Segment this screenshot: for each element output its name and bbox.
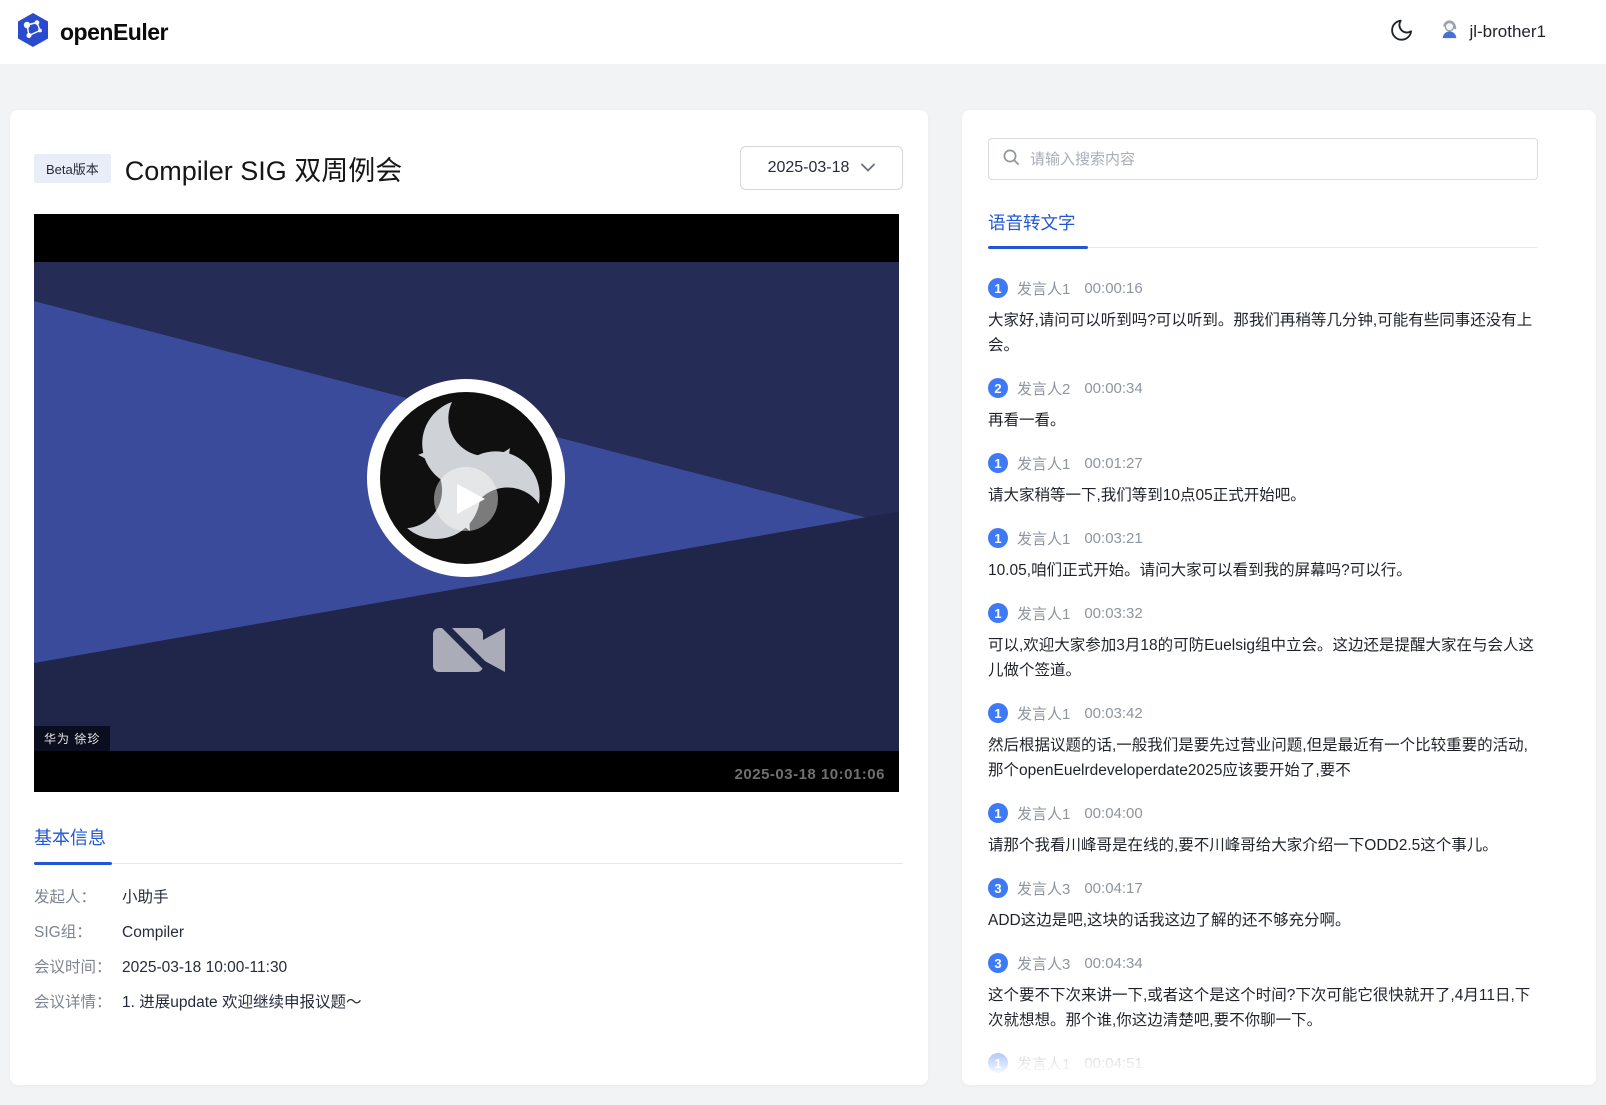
info-value: 小助手 — [122, 888, 169, 908]
speaker-name: 发言人1 — [1017, 703, 1070, 724]
transcript-item[interactable]: 1 发言人1 00:04:51 — [988, 1053, 1538, 1073]
utterance-timestamp[interactable]: 00:03:21 — [1084, 530, 1142, 547]
username-label: jl-brother1 — [1469, 22, 1546, 42]
camera-off-icon — [425, 606, 513, 694]
transcript-item[interactable]: 3 发言人3 00:04:17 ADD这边是吧,这块的话我这边了解的还不够充分啊… — [988, 878, 1538, 933]
info-label: SIG组： — [34, 923, 122, 943]
utterance-text: 这个要不下次来讲一下,或者这个是这个时间?下次可能它很快就开了,4月11日,下次… — [988, 983, 1538, 1033]
speaker-name: 发言人1 — [1017, 528, 1070, 549]
top-header: openEuler jl-brother1 — [0, 0, 1606, 64]
search-icon — [1002, 148, 1020, 171]
info-row: 会议时间： 2025-03-18 10:00-11:30 — [34, 958, 903, 978]
speaker-number-badge: 1 — [988, 603, 1008, 623]
speaker-name: 发言人1 — [1017, 1053, 1070, 1074]
utterance-text: 请大家稍等一下,我们等到10点05正式开始吧。 — [988, 483, 1538, 508]
transcript-item[interactable]: 1 发言人1 00:01:27 请大家稍等一下,我们等到10点05正式开始吧。 — [988, 453, 1538, 508]
info-row: 发起人： 小助手 — [34, 888, 903, 908]
utterance-text: 可以,欢迎大家参加3月18的可防Euelsig组中立会。这边还是提醒大家在与会人… — [988, 633, 1538, 683]
speaker-name: 发言人2 — [1017, 378, 1070, 399]
play-button[interactable] — [432, 465, 500, 533]
transcript-list: 1 发言人1 00:00:16 大家好,请问可以听到吗?可以听到。那我们再稍等几… — [988, 278, 1538, 1073]
meeting-date-select[interactable]: 2025-03-18 — [740, 146, 903, 190]
utterance-timestamp[interactable]: 00:04:17 — [1084, 880, 1142, 897]
active-tab-indicator — [34, 862, 112, 865]
transcript-search[interactable] — [988, 138, 1538, 180]
utterance-text: 请那个我看川峰哥是在线的,要不川峰哥给大家介绍一下ODD2.5这个事儿。 — [988, 833, 1538, 858]
theme-toggle-button[interactable] — [1388, 18, 1416, 46]
speaker-number-badge: 1 — [988, 803, 1008, 823]
speaker-number-badge: 1 — [988, 278, 1008, 298]
transcript-tabbar: 语音转文字 — [988, 210, 1538, 248]
speaker-number-badge: 3 — [988, 878, 1008, 898]
speaker-name: 发言人3 — [1017, 953, 1070, 974]
transcript-item[interactable]: 3 发言人3 00:04:34 这个要不下次来讲一下,或者这个是这个时间?下次可… — [988, 953, 1538, 1033]
user-menu[interactable]: jl-brother1 — [1438, 18, 1546, 46]
transcript-item[interactable]: 2 发言人2 00:00:34 再看一看。 — [988, 378, 1538, 433]
avatar-icon — [1438, 18, 1461, 46]
video-frame: 华为 徐珍 — [34, 262, 899, 751]
speaker-number-badge: 1 — [988, 528, 1008, 548]
speaker-name: 发言人1 — [1017, 603, 1070, 624]
utterance-text: 然后根据议题的话,一般我们是要先过营业问题,但是最近有一个比较重要的活动,那个o… — [988, 733, 1538, 783]
search-input[interactable] — [1030, 151, 1524, 168]
speaker-number-badge: 2 — [988, 378, 1008, 398]
utterance-timestamp[interactable]: 00:03:32 — [1084, 605, 1142, 622]
speaker-name: 发言人1 — [1017, 803, 1070, 824]
utterance-timestamp[interactable]: 00:04:51 — [1084, 1055, 1142, 1072]
info-value: 2025-03-18 10:00-11:30 — [122, 958, 287, 978]
info-value: 1. 进展update 欢迎继续申报议题～ — [122, 993, 361, 1013]
utterance-timestamp[interactable]: 00:03:42 — [1084, 705, 1142, 722]
selected-date: 2025-03-18 — [768, 159, 850, 177]
speaker-number-badge: 3 — [988, 953, 1008, 973]
openeuler-logo[interactable]: openEuler — [14, 11, 168, 54]
utterance-text: 大家好,请问可以听到吗?可以听到。那我们再稍等几分钟,可能有些同事还没有上会。 — [988, 308, 1538, 358]
info-label: 会议时间： — [34, 958, 122, 978]
info-value: Compiler — [122, 923, 184, 943]
transcript-item[interactable]: 1 发言人1 00:03:32 可以,欢迎大家参加3月18的可防Euelsig组… — [988, 603, 1538, 683]
utterance-text: 再看一看。 — [988, 408, 1538, 433]
moon-icon — [1389, 17, 1415, 48]
speaker-name: 发言人3 — [1017, 878, 1070, 899]
page-title: Compiler SIG 双周例会 — [125, 149, 403, 188]
transcript-item[interactable]: 1 发言人1 00:03:21 10.05,咱们正式开始。请问大家可以看到我的屏… — [988, 528, 1538, 583]
active-tab-indicator — [988, 246, 1088, 249]
speaker-number-badge: 1 — [988, 1053, 1008, 1073]
transcript-panel: 语音转文字 1 发言人1 00:00:16 大家好,请问可以听到吗?可以听到。那… — [962, 110, 1596, 1085]
speaker-name: 发言人1 — [1017, 278, 1070, 299]
utterance-timestamp[interactable]: 00:00:34 — [1084, 380, 1142, 397]
info-row: SIG组： Compiler — [34, 923, 903, 943]
utterance-timestamp[interactable]: 00:04:34 — [1084, 955, 1142, 972]
basic-info-list: 发起人： 小助手 SIG组： Compiler 会议时间： 2025-03-18… — [34, 888, 903, 1013]
utterance-timestamp[interactable]: 00:04:00 — [1084, 805, 1142, 822]
info-label: 发起人： — [34, 888, 122, 908]
video-timestamp: 2025-03-18 10:01:06 — [735, 766, 885, 783]
tab-basic-info[interactable]: 基本信息 — [34, 824, 106, 850]
beta-version-badge: Beta版本 — [34, 154, 111, 183]
info-row: 会议详情： 1. 进展update 欢迎继续申报议题～ — [34, 993, 903, 1013]
chevron-down-icon — [861, 159, 875, 177]
info-label: 会议详情： — [34, 993, 122, 1013]
speaker-number-badge: 1 — [988, 453, 1008, 473]
utterance-timestamp[interactable]: 00:00:16 — [1084, 280, 1142, 297]
video-player[interactable]: 华为 徐珍 2025-03-18 10:01:06 — [34, 214, 899, 792]
tab-speech-to-text[interactable]: 语音转文字 — [988, 210, 1076, 235]
utterance-text: ADD这边是吧,这块的话我这边了解的还不够充分啊。 — [988, 908, 1538, 933]
utterance-timestamp[interactable]: 00:01:27 — [1084, 455, 1142, 472]
info-tabbar: 基本信息 — [34, 824, 903, 864]
video-watermark: 华为 徐珍 — [34, 726, 110, 751]
transcript-item[interactable]: 1 发言人1 00:00:16 大家好,请问可以听到吗?可以听到。那我们再稍等几… — [988, 278, 1538, 358]
transcript-item[interactable]: 1 发言人1 00:04:00 请那个我看川峰哥是在线的,要不川峰哥给大家介绍一… — [988, 803, 1538, 858]
transcript-item[interactable]: 1 发言人1 00:03:42 然后根据议题的话,一般我们是要先过营业问题,但是… — [988, 703, 1538, 783]
meeting-panel: Beta版本 Compiler SIG 双周例会 2025-03-18 — [10, 110, 928, 1085]
speaker-number-badge: 1 — [988, 703, 1008, 723]
brand-name: openEuler — [60, 19, 168, 46]
openeuler-hexagon-icon — [14, 11, 52, 54]
utterance-text: 10.05,咱们正式开始。请问大家可以看到我的屏幕吗?可以行。 — [988, 558, 1538, 583]
speaker-name: 发言人1 — [1017, 453, 1070, 474]
